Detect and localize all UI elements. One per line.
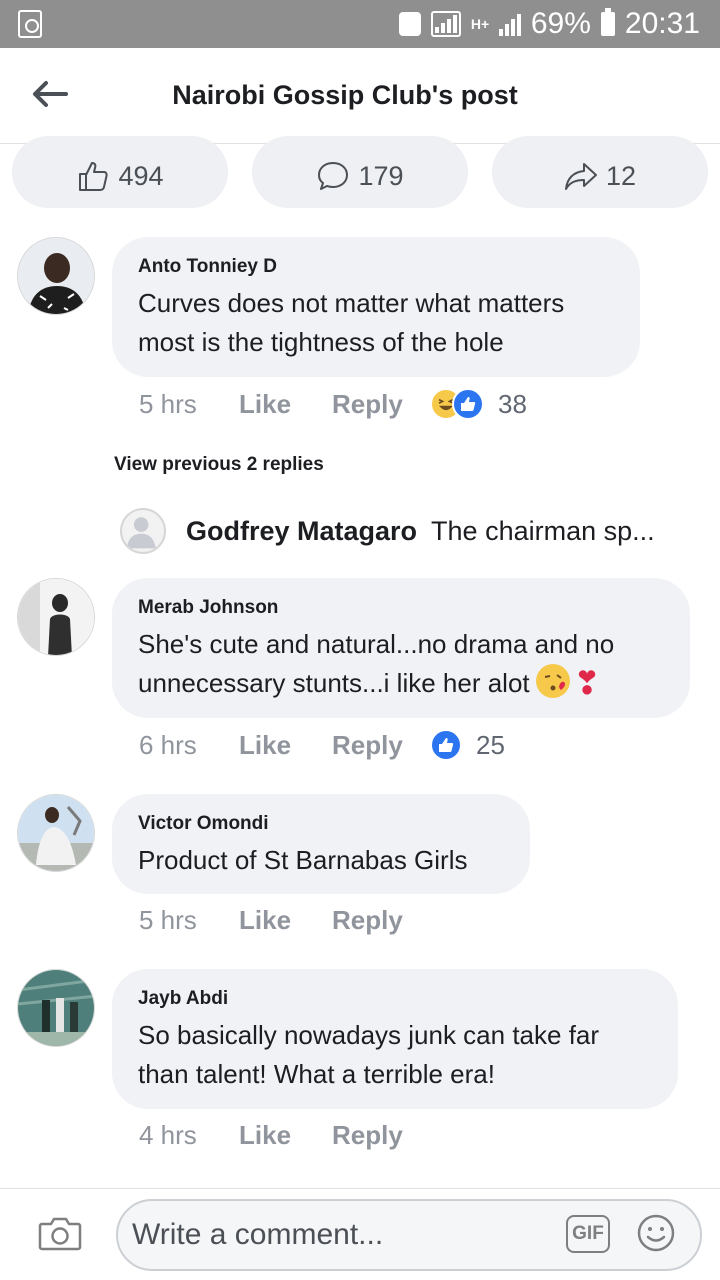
comment-time[interactable]: 6 hrs [139, 730, 239, 761]
like-reaction-icon [452, 388, 484, 420]
avatar[interactable] [17, 794, 95, 872]
profile-photo [18, 579, 94, 655]
comment-text: Curves does not matter what matters most… [138, 288, 565, 357]
like-count-button[interactable]: 494 [12, 136, 228, 208]
battery-icon [600, 8, 615, 36]
comment-text-container: She's cute and natural...no drama and no… [138, 625, 664, 703]
reply-author[interactable]: Godfrey Matagaro [186, 516, 417, 547]
reaction-count: 25 [476, 729, 505, 760]
comment-time[interactable]: 5 hrs [139, 905, 239, 936]
comment-author[interactable]: Anto Tonniey D [138, 254, 614, 280]
gif-button[interactable]: GIF [566, 1215, 610, 1253]
phone-call-icon [398, 12, 421, 36]
status-icons: H+ 69% 20:31 [398, 0, 700, 48]
avatar[interactable] [17, 578, 95, 656]
comment-actions: 5 hrs Like Reply [139, 905, 430, 936]
comment-author[interactable]: Jayb Abdi [138, 986, 652, 1012]
camera-icon[interactable] [38, 1215, 82, 1251]
recycle-notification-icon [18, 10, 42, 38]
share-count: 12 [605, 160, 637, 191]
comment-actions: 5 hrs Like Reply 38 [139, 388, 527, 420]
comment-time[interactable]: 4 hrs [139, 1120, 239, 1151]
like-count: 494 [118, 160, 164, 191]
like-button[interactable]: Like [239, 730, 332, 761]
comment-count-button[interactable]: 179 [252, 136, 468, 208]
comment-author[interactable]: Victor Omondi [138, 811, 504, 837]
profile-photo [18, 970, 94, 1046]
comment-count: 179 [358, 160, 404, 191]
share-arrow-icon [564, 163, 597, 190]
profile-photo [18, 238, 94, 314]
heart-emoji-icon: ❣ [573, 665, 601, 701]
kissing-face-emoji-icon [535, 664, 570, 698]
view-previous-replies-link[interactable]: View previous 2 replies [114, 454, 324, 476]
signal-icon [430, 11, 461, 37]
comment-bubble[interactable]: Jayb Abdi So basically nowadays junk can… [112, 969, 678, 1109]
like-button[interactable]: Like [239, 389, 332, 420]
reply-button[interactable]: Reply [332, 1120, 430, 1151]
like-reaction-icon [430, 729, 462, 761]
avatar[interactable] [17, 969, 95, 1047]
avatar[interactable] [17, 237, 95, 315]
thumbs-up-icon [79, 162, 109, 191]
smiley-icon[interactable] [636, 1213, 676, 1253]
battery-percent: 69% [530, 7, 591, 40]
network-type: H+ [470, 16, 490, 32]
reply-button[interactable]: Reply [332, 730, 430, 761]
profile-photo [18, 795, 94, 871]
default-avatar-icon [120, 508, 166, 554]
share-count-button[interactable]: 12 [492, 136, 708, 208]
clock: 20:31 [624, 7, 700, 40]
cell-signal-icon [498, 12, 521, 36]
like-button[interactable]: Like [239, 905, 332, 936]
reply-button[interactable]: Reply [332, 905, 430, 936]
reaction-summary[interactable]: 38 [430, 388, 527, 420]
reaction-count: 38 [498, 388, 527, 419]
comment-bubble-icon [318, 162, 349, 190]
comment-bubble[interactable]: Victor Omondi Product of St Barnabas Gir… [112, 794, 530, 894]
reply-button[interactable]: Reply [332, 389, 430, 420]
comment-actions: 6 hrs Like Reply 25 [139, 729, 505, 761]
reply-preview[interactable]: Godfrey Matagaro The chairman sp... [120, 506, 690, 556]
comment-bubble[interactable]: Merab Johnson She's cute and natural...n… [112, 578, 690, 718]
page-title: Nairobi Gossip Club's post [172, 80, 518, 110]
like-button[interactable]: Like [239, 1120, 332, 1151]
comment-time[interactable]: 5 hrs [139, 389, 239, 420]
reply-text: The chairman sp... [431, 515, 655, 546]
post-header: Nairobi Gossip Club's post [0, 48, 720, 144]
reaction-summary[interactable]: 25 [430, 729, 505, 761]
status-bar: H+ 69% 20:31 [0, 0, 720, 48]
comment-text: Product of St Barnabas Girls [138, 845, 468, 875]
comment-input[interactable] [116, 1199, 702, 1271]
comment-actions: 4 hrs Like Reply [139, 1120, 430, 1151]
comment-author[interactable]: Merab Johnson [138, 595, 664, 621]
comment-bubble[interactable]: Anto Tonniey D Curves does not matter wh… [112, 237, 640, 377]
comment-text: So basically nowadays junk can take far … [138, 1020, 600, 1089]
comment-composer: GIF [0, 1188, 720, 1280]
